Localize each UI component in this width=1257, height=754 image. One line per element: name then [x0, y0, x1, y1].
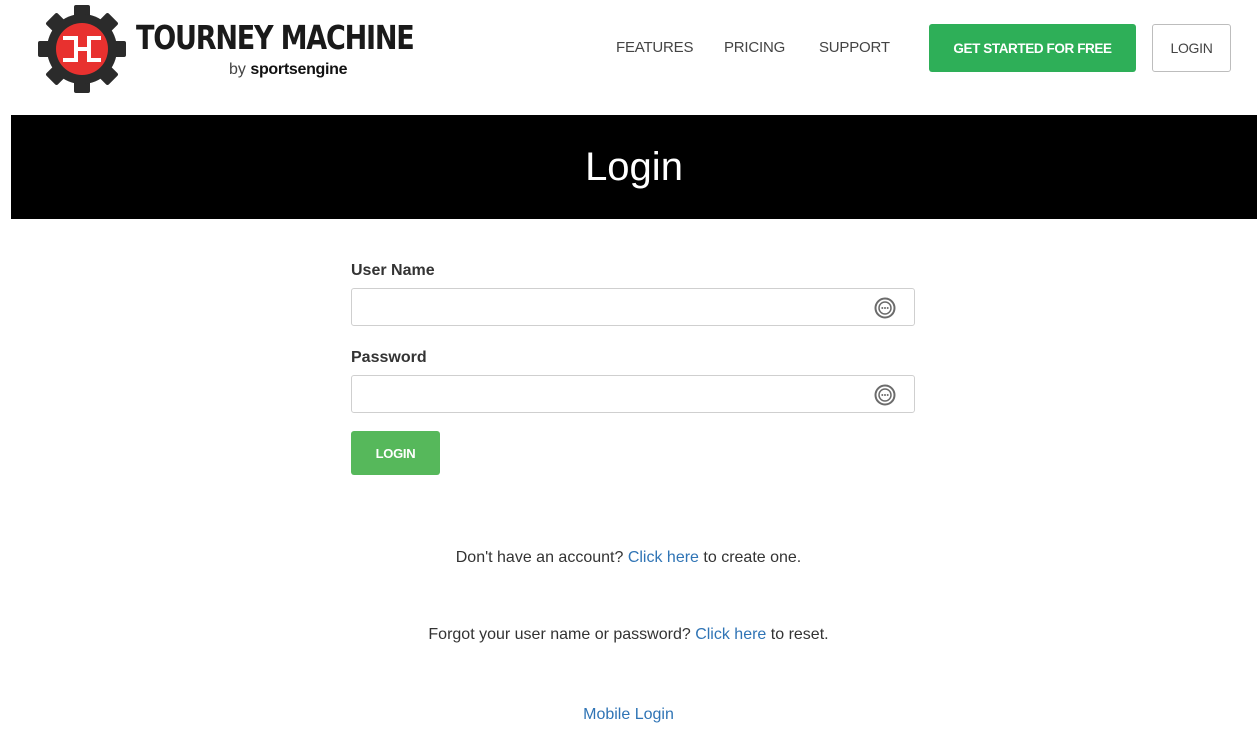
site-header: TOURNEY MACHINE by sportsengine FEATURES…	[0, 0, 1257, 100]
username-label: User Name	[351, 262, 435, 279]
username-input[interactable]	[352, 289, 914, 325]
gear-bracket-icon	[38, 5, 126, 93]
username-field-wrapper	[351, 288, 915, 326]
brand-sub-b: sengine	[288, 61, 348, 78]
signup-link[interactable]: Click here	[628, 549, 699, 566]
reset-prompt: Forgot your user name or password? Click…	[0, 626, 1257, 644]
signup-suffix: to create one.	[703, 549, 802, 566]
tourney-machine-logo[interactable]: TOURNEY MACHINE by sportsengine	[34, 4, 415, 94]
brand-sub-a: sport	[250, 61, 289, 78]
page-title-banner: Login	[11, 115, 1257, 219]
signup-prompt: Don't have an account? Click here to cre…	[0, 549, 1257, 567]
nav-support-link[interactable]: SUPPORT	[819, 39, 890, 56]
brand-title: TOURNEY MACHINE	[136, 18, 415, 57]
brand-by-text: by	[229, 61, 246, 78]
login-submit-button[interactable]: LOGIN	[351, 431, 440, 475]
brand-byline: by sportsengine	[229, 61, 348, 79]
password-manager-icon[interactable]	[874, 297, 896, 319]
reset-suffix: to reset.	[770, 626, 829, 643]
password-input[interactable]	[352, 376, 914, 412]
header-login-button[interactable]: LOGIN	[1152, 24, 1231, 72]
password-label: Password	[351, 349, 427, 366]
nav-features-link[interactable]: FEATURES	[616, 39, 693, 56]
mobile-login-row: Mobile Login	[0, 706, 1257, 724]
page-title: Login	[585, 144, 683, 189]
mobile-login-link[interactable]: Mobile Login	[583, 706, 674, 723]
reset-prefix: Forgot your user name or password?	[428, 626, 691, 643]
get-started-button[interactable]: GET STARTED FOR FREE	[929, 24, 1136, 72]
signup-prefix: Don't have an account?	[455, 549, 624, 566]
reset-link[interactable]: Click here	[695, 626, 766, 643]
nav-pricing-link[interactable]: PRICING	[724, 39, 785, 56]
password-manager-icon[interactable]	[874, 384, 896, 406]
password-field-wrapper	[351, 375, 915, 413]
